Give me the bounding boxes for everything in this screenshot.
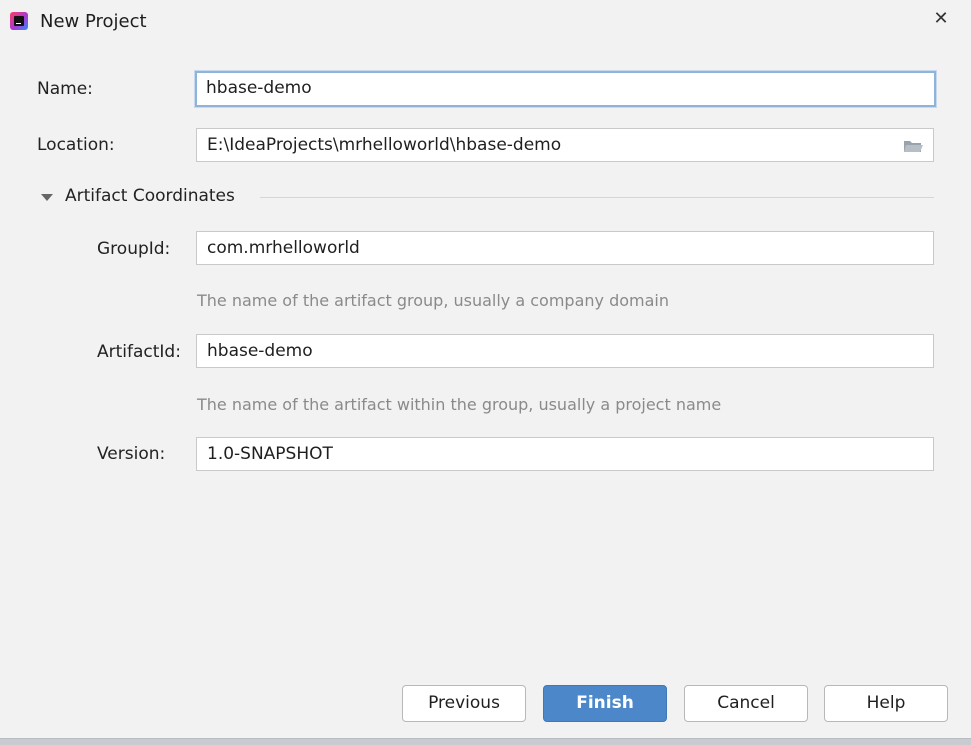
location-input-value: E:\IdeaProjects\mrhelloworld\hbase-demo (207, 135, 562, 155)
location-label: Location: (37, 135, 115, 155)
artifact-id-label: ArtifactId: (97, 342, 181, 362)
version-input-value: 1.0-SNAPSHOT (207, 444, 333, 464)
intellij-idea-icon (10, 12, 28, 30)
name-input[interactable]: hbase-demo (195, 71, 936, 107)
version-input[interactable]: 1.0-SNAPSHOT (196, 437, 934, 471)
group-id-label: GroupId: (97, 239, 171, 259)
new-project-dialog: New Project ✕ Name: hbase-demo Location:… (0, 0, 971, 739)
collapse-arrow-icon[interactable] (41, 194, 53, 201)
artifact-id-hint: The name of the artifact within the grou… (197, 395, 722, 414)
close-button[interactable]: ✕ (924, 5, 958, 33)
title-bar: New Project ✕ (0, 0, 971, 44)
help-button[interactable]: Help (824, 685, 948, 722)
name-label: Name: (37, 79, 93, 99)
artifact-coordinates-title[interactable]: Artifact Coordinates (65, 186, 235, 206)
group-id-input-value: com.mrhelloworld (207, 238, 360, 258)
section-divider (260, 197, 934, 198)
folder-icon[interactable] (903, 139, 923, 153)
artifact-id-input-value: hbase-demo (207, 341, 313, 361)
group-id-hint: The name of the artifact group, usually … (197, 291, 669, 310)
previous-button[interactable]: Previous (402, 685, 526, 722)
artifact-id-input[interactable]: hbase-demo (196, 334, 934, 368)
cancel-button[interactable]: Cancel (684, 685, 808, 722)
location-input[interactable]: E:\IdeaProjects\mrhelloworld\hbase-demo (196, 128, 934, 162)
version-label: Version: (97, 444, 166, 464)
name-input-value: hbase-demo (206, 78, 312, 98)
window-title: New Project (40, 11, 147, 32)
finish-button[interactable]: Finish (543, 685, 667, 722)
group-id-input[interactable]: com.mrhelloworld (196, 231, 934, 265)
